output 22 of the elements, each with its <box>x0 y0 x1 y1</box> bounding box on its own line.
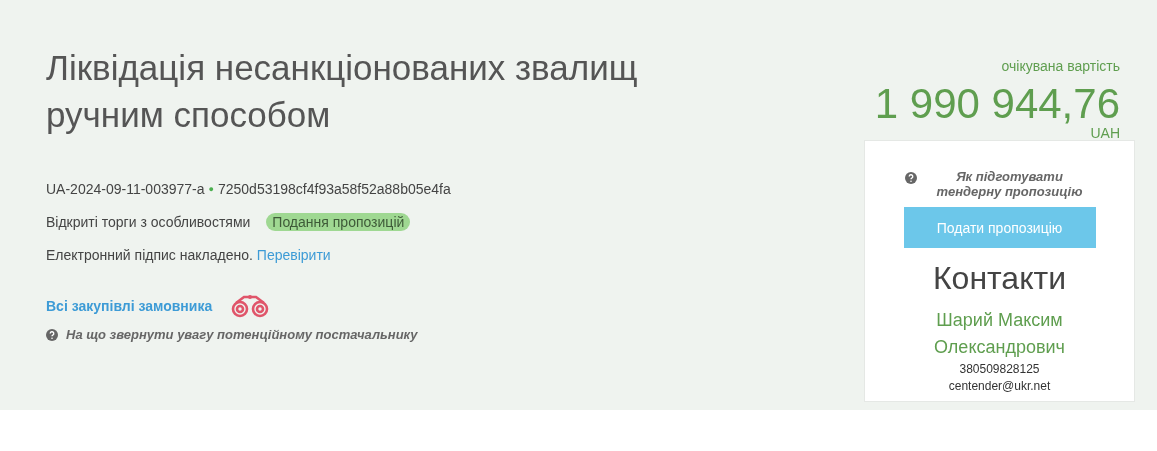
supplier-hint-link[interactable]: На що звернути увагу потенційному постачальнику <box>66 327 418 342</box>
contact-name: Шарий Максим Олександрович <box>933 309 1066 359</box>
price-currency: UAH <box>1090 126 1121 140</box>
tender-title: Ліквідація несанкціонованих звалищ ручним способом <box>46 47 639 136</box>
contact-phone: 380509828125 <box>959 361 1040 378</box>
separator-dot: ● <box>208 183 214 194</box>
proposal-guide-link[interactable]: Як підготувати тендерну пропозицію <box>924 169 1095 199</box>
tender-id: UA-2024-09-11-003977-a <box>46 180 205 197</box>
help-icon <box>46 328 58 341</box>
tender-hash: 7250d53198cf4f93a58f52a88b05e4fa <box>217 180 451 197</box>
verify-link[interactable]: Перевірити <box>256 246 331 263</box>
signature-text: Електронний підпис накладено. <box>46 246 253 263</box>
submit-proposal-button[interactable]: Подати пропозицію <box>903 207 1096 248</box>
price-label: очікувана вартість <box>1001 58 1121 74</box>
procedure-type: Відкриті торги з особливостями <box>46 213 251 230</box>
contact-email: centender@ukr.net <box>948 378 1051 395</box>
help-icon <box>904 172 917 184</box>
contacts-heading: Контакти <box>932 260 1067 297</box>
buyer-tenders-link[interactable]: Всі закупівлі замовника <box>46 297 213 314</box>
price-amount: 1 990 944,76 <box>874 82 1121 126</box>
status-badge: Подання пропозицій <box>266 212 411 231</box>
binoculars-icon[interactable] <box>230 293 271 318</box>
